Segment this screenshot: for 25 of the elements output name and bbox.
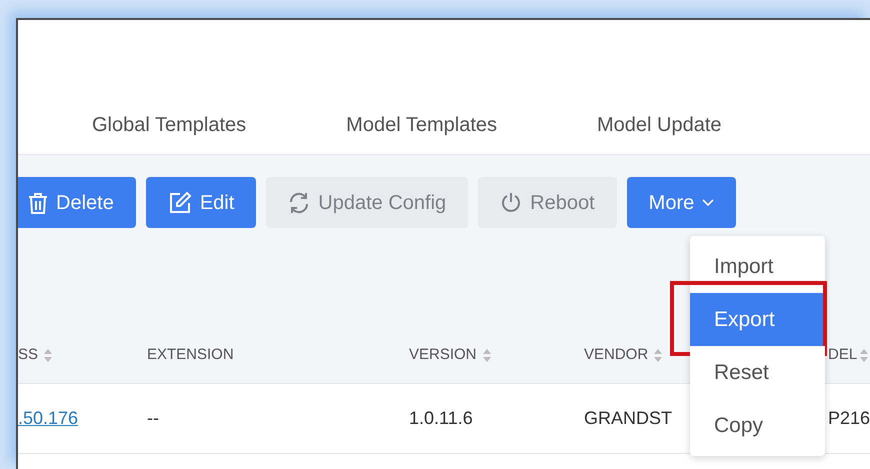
column-header: SS (18, 345, 38, 365)
power-icon (500, 192, 522, 214)
ip-link[interactable]: .50.176 (18, 408, 78, 428)
trash-icon (28, 192, 48, 214)
chevron-down-icon (702, 198, 714, 206)
column-header: VERSION (409, 345, 477, 365)
toolbar-button[interactable]: Edit (146, 177, 256, 228)
tab[interactable]: Global Templates (92, 110, 246, 140)
column-header: VENDOR (584, 345, 648, 365)
more-dropdown-button[interactable]: More (626, 177, 736, 228)
menu-item[interactable]: Import (690, 240, 825, 293)
tab[interactable]: Model Update (597, 110, 722, 140)
table-cell: -- (147, 408, 159, 428)
edit-icon (168, 190, 192, 214)
table-cell: 1.0.11.6 (409, 408, 473, 428)
table-cell: GRANDST (584, 408, 672, 428)
tab[interactable]: Model Templates (346, 110, 497, 140)
menu-item[interactable]: Copy (690, 399, 825, 452)
menu-item[interactable]: Reset (690, 346, 825, 399)
table-cell: P216 (828, 408, 870, 428)
column-header: EXTENSION (147, 345, 234, 365)
column-header: DEL (828, 345, 858, 365)
toolbar-button[interactable]: Delete (18, 177, 136, 228)
menu-item[interactable]: Export (690, 293, 825, 346)
refresh-icon (288, 192, 310, 214)
